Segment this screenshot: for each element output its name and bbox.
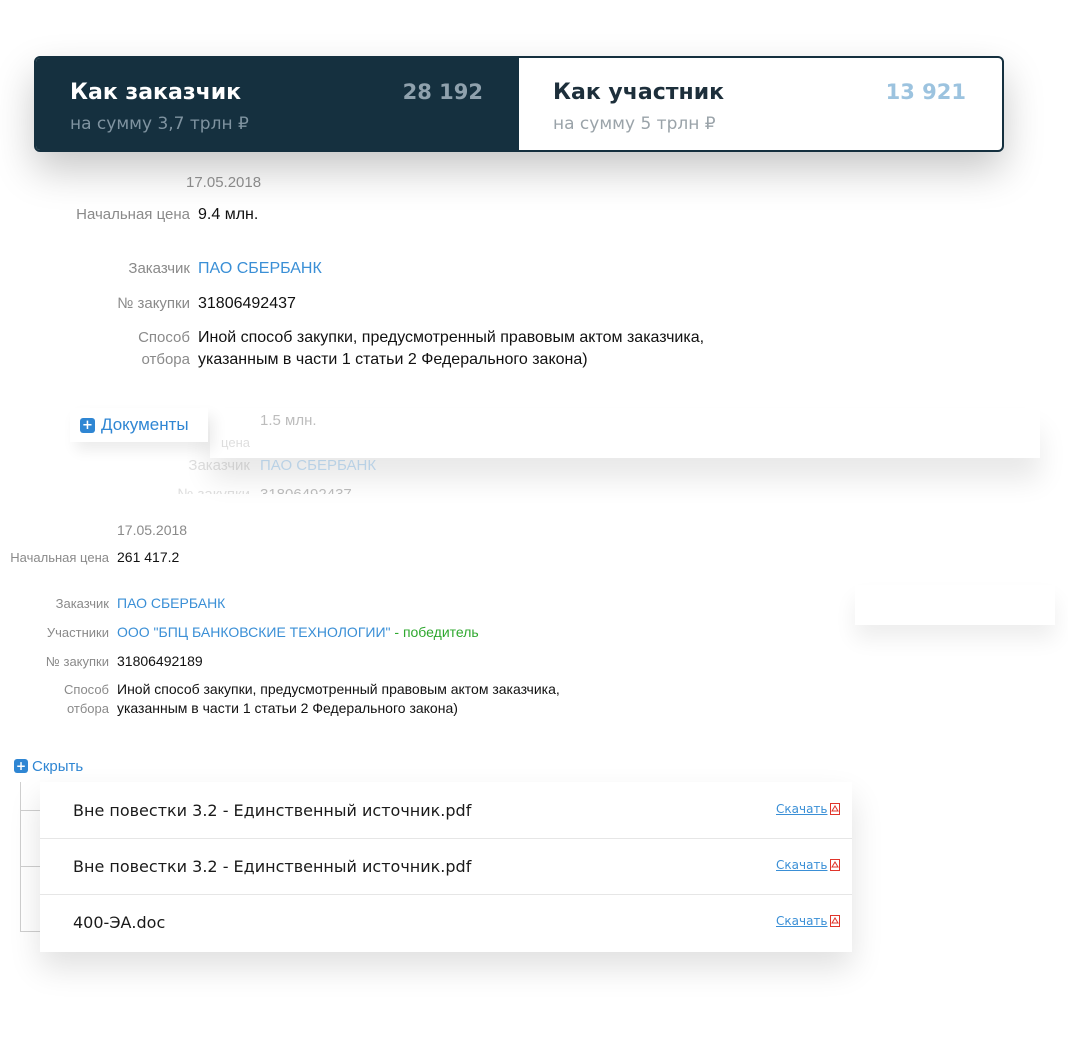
method-value-line1: Иной способ закупки, предусмотренный пра… <box>198 329 705 346</box>
download-label: Скачать <box>776 802 828 816</box>
purchase-number-label: № закупки <box>45 654 109 669</box>
tree-line <box>20 782 21 932</box>
plus-icon: + <box>14 759 28 773</box>
documents-button[interactable]: + Документы <box>70 408 208 442</box>
download-link[interactable]: Скачать <box>776 802 840 816</box>
method-label-line1: Способ <box>138 329 190 346</box>
price-label: Начальная цена <box>76 206 190 223</box>
purchase-number-value: 31806492437 <box>198 295 296 312</box>
document-row: 400-ЭА.doc Скачать <box>40 894 852 950</box>
tab-as-customer[interactable]: Как заказчик на сумму 3,7 трлн ₽ 28 192 <box>36 58 519 150</box>
tab-as-participant-count: 13 921 <box>885 80 966 104</box>
tab-as-customer-subtitle: на сумму 3,7 трлн ₽ <box>70 114 249 134</box>
download-label: Скачать <box>776 858 828 872</box>
customer-link[interactable]: ПАО СБЕРБАНК <box>260 455 376 477</box>
pdf-icon <box>829 803 840 815</box>
documents-button-label: Документы <box>101 415 189 434</box>
price-value: 9.4 млн. <box>198 206 259 223</box>
method-label-line1: Способ <box>64 682 109 697</box>
method-value-line1: Иной способ закупки, предусмотренный пра… <box>117 681 560 697</box>
download-link[interactable]: Скачать <box>776 858 840 872</box>
price-value: 1.5 млн. <box>260 412 317 429</box>
purchase-date: 17.05.2018 <box>186 174 262 191</box>
document-name: Вне повестки 3.2 - Единственный источник… <box>73 800 472 820</box>
price-value: 261 417.2 <box>117 549 180 565</box>
tab-as-participant-subtitle: на сумму 5 трлн ₽ <box>553 114 716 134</box>
tree-branch <box>20 810 40 811</box>
method-label-line2: отбора <box>141 351 190 368</box>
plus-icon: + <box>80 417 95 433</box>
role-toggle: Как заказчик на сумму 3,7 трлн ₽ 28 192 … <box>34 56 1004 152</box>
pdf-icon <box>829 915 840 927</box>
tab-as-customer-count: 28 192 <box>402 80 483 104</box>
winner-badge: - победитель <box>390 624 479 640</box>
customer-label: Заказчик <box>55 596 109 611</box>
document-name: 400-ЭА.doc <box>73 912 166 932</box>
method-label-line2: отбора <box>66 701 109 716</box>
document-row: Вне повестки 3.2 - Единственный источник… <box>40 782 852 839</box>
purchase-number-label: № закупки <box>0 484 250 494</box>
document-name: Вне повестки 3.2 - Единственный источник… <box>73 856 472 876</box>
purchase-number-value: 31806492189 <box>117 653 203 669</box>
tab-as-participant-title: Как участник <box>553 80 725 105</box>
tab-as-participant[interactable]: Как участник на сумму 5 трлн ₽ 13 921 <box>519 58 1002 150</box>
card-shadow <box>210 408 1040 458</box>
tree-branch <box>20 866 40 867</box>
method-label: Способ отбора <box>0 680 109 718</box>
method-value-line2: указанным в части 1 статьи 2 Федеральног… <box>198 351 588 368</box>
customer-label: Заказчик <box>128 260 190 277</box>
document-list: Вне повестки 3.2 - Единственный источник… <box>40 782 852 952</box>
price-label: Начальная цена <box>10 550 109 565</box>
download-label: Скачать <box>776 914 828 928</box>
purchase-number-label: № закупки <box>117 295 190 312</box>
pdf-icon <box>829 859 840 871</box>
customer-link[interactable]: ПАО СБЕРБАНК <box>117 594 225 613</box>
purchase-number-value: 31806492437 <box>260 484 352 494</box>
download-link[interactable]: Скачать <box>776 914 840 928</box>
participants-label: Участники <box>46 625 109 640</box>
participant-link[interactable]: ООО "БПЦ БАНКОВСКИЕ ТЕХНОЛОГИИ" <box>117 624 391 640</box>
document-row: Вне повестки 3.2 - Единственный источник… <box>40 838 852 895</box>
hide-button-label: Скрыть <box>32 757 84 775</box>
purchase-date: 17.05.2018 <box>117 522 188 538</box>
method-value: Иной способ закупки, предусмотренный пра… <box>117 680 560 718</box>
customer-label: Заказчик <box>188 457 250 474</box>
hide-documents-button[interactable]: + Скрыть <box>8 752 96 780</box>
customer-link[interactable]: ПАО СБЕРБАНК <box>198 258 322 280</box>
method-value-line2: указанным в части 1 статьи 2 Федеральног… <box>117 700 458 716</box>
tab-as-customer-title: Как заказчик <box>70 80 242 105</box>
card-shadow <box>855 585 1055 625</box>
tree-branch <box>20 931 40 932</box>
method-label: Способ отбора <box>36 327 190 371</box>
method-value: Иной способ закупки, предусмотренный пра… <box>198 327 704 371</box>
